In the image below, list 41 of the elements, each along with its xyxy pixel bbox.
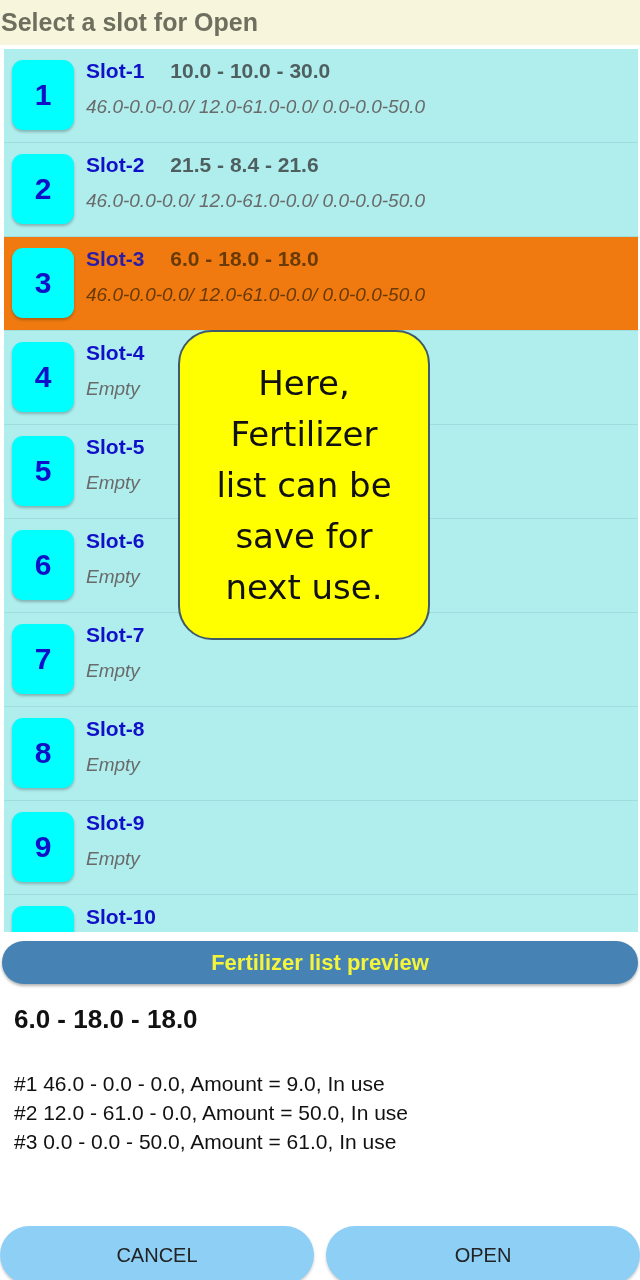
- slot-detail: Empty: [86, 754, 142, 776]
- slot-number-badge: 5: [12, 436, 74, 506]
- slot-number-badge: 8: [12, 718, 74, 788]
- callout-note: Here, Fertilizer list can be save for next use.: [178, 330, 430, 640]
- slot-name: Slot-3: [86, 247, 145, 271]
- slot-detail: 46.0-0.0-0.0/ 12.0-61.0-0.0/ 0.0-0.0-50.0: [86, 284, 426, 306]
- slot-detail: 46.0-0.0-0.0/ 12.0-61.0-0.0/ 0.0-0.0-50.0: [86, 190, 426, 212]
- slot-row[interactable]: 3 Slot-3 6.0 - 18.0 - 18.0 46.0-0.0-0.0/ 12.0-61.0-0.0/ 0.0-0.0-50.0: [4, 237, 638, 331]
- fertilizer-line: #2 12.0 - 61.0 - 0.0, Amount = 50.0, In use: [14, 1100, 410, 1126]
- slot-name: Slot-8: [86, 717, 145, 741]
- slot-number-badge: 7: [12, 624, 74, 694]
- slot-detail: 46.0-0.0-0.0/ 12.0-61.0-0.0/ 0.0-0.0-50.0: [86, 96, 426, 118]
- slot-name: Slot-2: [86, 153, 145, 177]
- slot-number-badge: 9: [12, 812, 74, 882]
- slot-name: Slot-10: [86, 905, 156, 929]
- slot-npk-value: 6.0 - 18.0 - 18.0: [170, 247, 319, 271]
- slot-npk-value: 21.5 - 8.4 - 21.6: [170, 153, 319, 177]
- slot-detail: Empty: [86, 848, 142, 870]
- slot-detail: Empty: [86, 472, 142, 494]
- slot-npk-value: 10.0 - 10.0 - 30.0: [170, 59, 331, 83]
- slot-number-badge: 4: [12, 342, 74, 412]
- slot-detail: Empty: [86, 566, 142, 588]
- slot-number-badge: 1: [12, 60, 74, 130]
- slot-number-badge: 2: [12, 154, 74, 224]
- slot-name: Slot-6: [86, 529, 145, 553]
- fertilizer-line: #1 46.0 - 0.0 - 0.0, Amount = 9.0, In use: [14, 1071, 386, 1097]
- slot-detail: Empty: [86, 660, 142, 682]
- slot-detail: Empty: [86, 378, 142, 400]
- dialog-button[interactable]: OPEN: [326, 1226, 640, 1280]
- slot-number-badge: 3: [12, 248, 74, 318]
- slot-name: Slot-4: [86, 341, 145, 365]
- dialog-button[interactable]: CANCEL: [0, 1226, 314, 1280]
- slot-name: Slot-7: [86, 623, 145, 647]
- preview-summary: 6.0 - 18.0 - 18.0: [14, 1004, 199, 1035]
- slot-number-badge: 6: [12, 530, 74, 600]
- preview-header: Fertilizer list preview: [2, 941, 638, 984]
- dialog-title: Select a slot for Open: [0, 0, 640, 45]
- slot-name: Slot-1: [86, 59, 145, 83]
- fertilizer-line: #3 0.0 - 0.0 - 50.0, Amount = 61.0, In use: [14, 1129, 398, 1155]
- slot-name: Slot-5: [86, 435, 145, 459]
- slot-name: Slot-9: [86, 811, 145, 835]
